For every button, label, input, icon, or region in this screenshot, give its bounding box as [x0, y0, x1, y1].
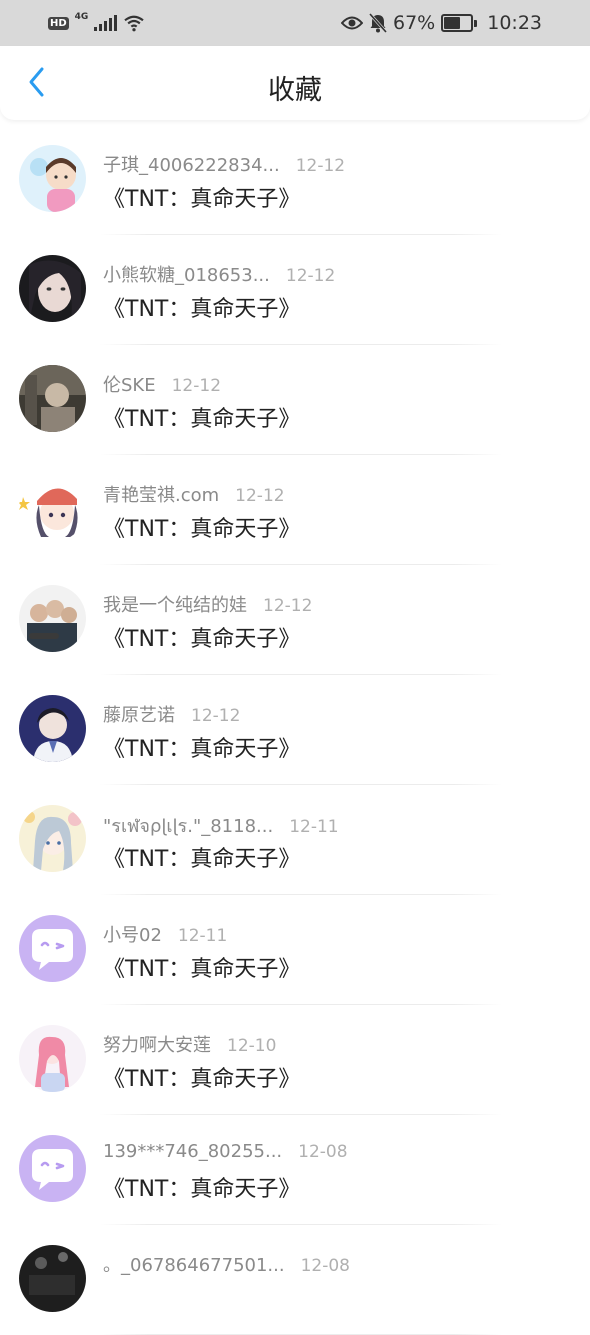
user-name: 子琪_4006222834... 12-12	[103, 151, 345, 177]
list-item[interactable]: 子琪_4006222834... 12-12 《TNT：真命天子》	[0, 125, 590, 235]
clock: 10:23	[487, 12, 542, 34]
status-bar: HD 4G 67% 10:23	[0, 0, 590, 46]
date: 12-12	[263, 596, 313, 616]
avatar[interactable]	[19, 585, 86, 652]
avatar[interactable]	[19, 1245, 86, 1312]
user-name-text: 小熊软糖_018653...	[103, 265, 270, 286]
user-name-text: 青艳莹祺.com	[103, 485, 220, 506]
date: 12-12	[235, 486, 285, 506]
list-item[interactable]: 藤原艺诺 12-12 《TNT：真命天子》	[0, 675, 590, 785]
date: 12-11	[177, 926, 228, 946]
user-name: 我是一个纯结的娃 12-12	[103, 591, 312, 617]
list-item[interactable]: 青艳莹祺.com 12-12 《TNT：真命天子》	[0, 455, 590, 565]
avatar[interactable]	[19, 1025, 86, 1092]
collected-title: 《TNT：真命天子》	[103, 627, 301, 652]
user-name-text: 子琪_4006222834...	[103, 155, 280, 176]
list-item[interactable]: 努力啊大安莲 12-10 《TNT：真命天子》	[0, 1005, 590, 1115]
eye-icon	[341, 16, 363, 30]
user-name-text: 伦SKE	[103, 375, 156, 396]
date: 12-10	[227, 1036, 277, 1056]
collected-title: 《TNT：真命天子》	[103, 1067, 301, 1092]
list-item[interactable]: 。_067864677501... 12-08	[0, 1225, 590, 1335]
avatar[interactable]	[19, 365, 86, 432]
avatar[interactable]	[19, 145, 86, 212]
status-left: HD 4G	[48, 12, 145, 32]
list-item[interactable]: 139***746_80255... 12-08 《TNT：真命天子》	[0, 1115, 590, 1225]
battery-percent: 67%	[393, 12, 436, 34]
date: 12-12	[191, 706, 241, 726]
list-item[interactable]: 小熊软糖_018653... 12-12 《TNT：真命天子》	[0, 235, 590, 345]
user-name-text: 我是一个纯结的娃	[103, 595, 247, 616]
date: 12-08	[300, 1256, 350, 1276]
user-name: "รเฬจρɭเɭร."_8118... 12-11	[103, 811, 339, 840]
avatar[interactable]	[19, 695, 86, 762]
avatar[interactable]	[19, 255, 86, 322]
list-item[interactable]: "รเฬจρɭเɭร."_8118... 12-11 《TNT：真命天子》	[0, 785, 590, 895]
status-right: 67% 10:23	[341, 12, 542, 34]
list-item[interactable]: 伦SKE 12-12 《TNT：真命天子》	[0, 345, 590, 455]
collected-title: 《TNT：真命天子》	[103, 407, 301, 432]
collected-title: 《TNT：真命天子》	[103, 517, 301, 542]
date: 12-12	[285, 266, 336, 286]
collected-title: 《TNT：真命天子》	[103, 187, 301, 212]
user-name: 小号02 12-11	[103, 921, 227, 947]
date: 12-11	[289, 817, 339, 837]
user-name: 。_067864677501... 12-08	[103, 1251, 350, 1277]
avatar[interactable]	[19, 475, 86, 542]
page-title: 收藏	[268, 75, 322, 106]
collected-title: 《TNT：真命天子》	[103, 1177, 301, 1202]
user-name-text: 努力啊大安莲	[103, 1035, 211, 1056]
date: 12-12	[171, 376, 222, 396]
user-name: 藤原艺诺 12-12	[103, 701, 240, 727]
list-item[interactable]: 小号02 12-11 《TNT：真命天子》	[0, 895, 590, 1005]
user-name-text: 小号02	[103, 925, 162, 946]
avatar[interactable]	[19, 915, 86, 982]
network-type: 4G	[74, 12, 89, 22]
user-name-text: 藤原艺诺	[103, 705, 175, 726]
collected-title: 《TNT：真命天子》	[103, 297, 301, 322]
user-name-text: "รเฬจρɭเɭร."_8118...	[103, 816, 274, 837]
collected-title: 《TNT：真命天子》	[103, 737, 301, 762]
user-name: 努力啊大安莲 12-10	[103, 1031, 276, 1057]
wifi-icon	[124, 15, 145, 32]
avatar[interactable]	[19, 1135, 86, 1202]
battery-icon	[441, 14, 478, 32]
signal-icon	[94, 15, 118, 31]
user-name-text: 。_067864677501...	[103, 1255, 285, 1276]
mute-bell-icon	[369, 13, 387, 33]
nav-header: 收藏	[0, 46, 590, 120]
collected-title: 《TNT：真命天子》	[103, 847, 301, 872]
hd-icon: HD	[48, 16, 69, 30]
user-name-text: 139***746_80255...	[103, 1141, 283, 1162]
user-name: 小熊软糖_018653... 12-12	[103, 261, 335, 287]
date: 12-12	[295, 156, 346, 176]
user-name: 伦SKE 12-12	[103, 371, 221, 397]
favorites-list: 子琪_4006222834... 12-12 《TNT：真命天子》 小熊软糖_0186…	[0, 125, 590, 1335]
collected-title: 《TNT：真命天子》	[103, 957, 301, 982]
list-item[interactable]: 我是一个纯结的娃 12-12 《TNT：真命天子》	[0, 565, 590, 675]
user-name: 青艳莹祺.com 12-12	[103, 481, 285, 507]
user-name: 139***746_80255... 12-08	[103, 1141, 348, 1162]
date: 12-08	[298, 1142, 348, 1162]
avatar[interactable]	[19, 805, 86, 872]
